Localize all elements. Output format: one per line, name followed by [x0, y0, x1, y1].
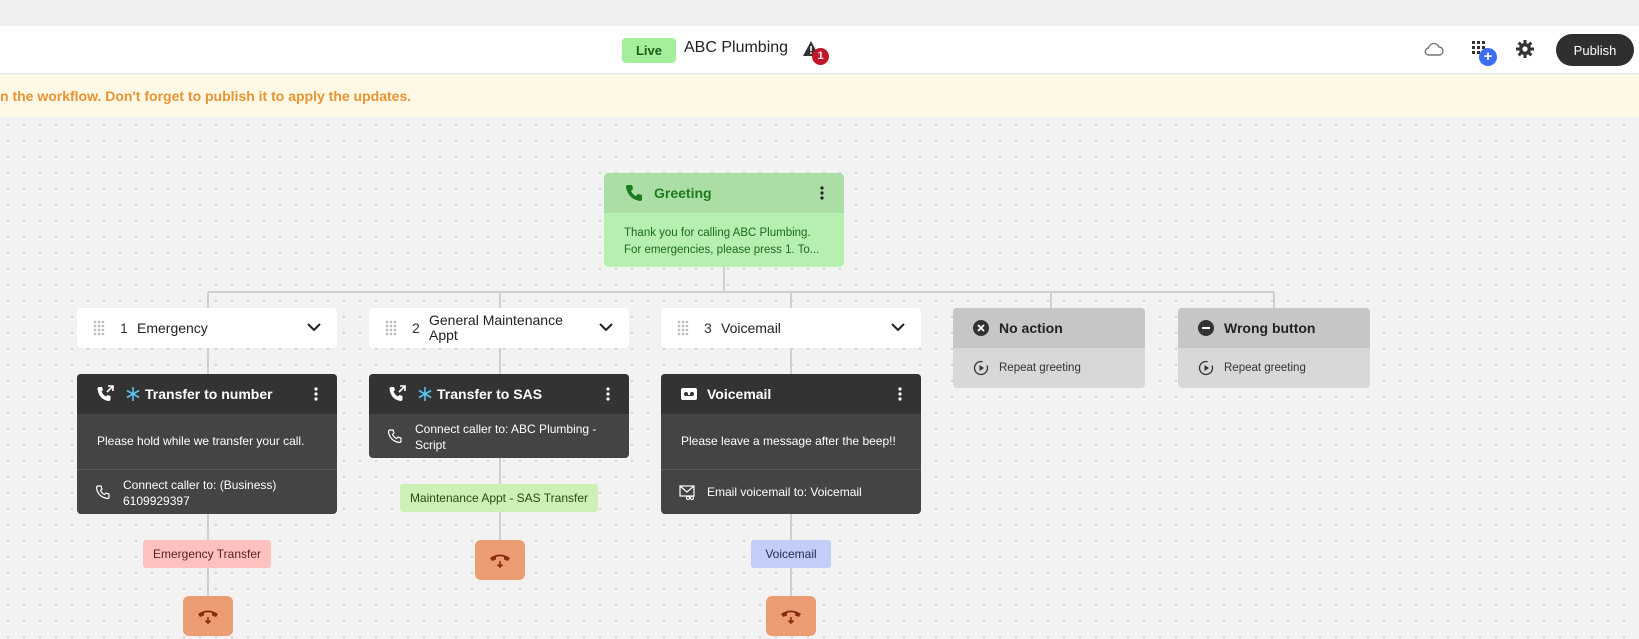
- hang-up-icon: [198, 610, 218, 625]
- chevron-down-icon[interactable]: [307, 322, 321, 332]
- drag-handle-icon[interactable]: [385, 320, 397, 336]
- phone-icon: [626, 185, 642, 201]
- tag-voicemail[interactable]: Voicemail: [751, 540, 831, 568]
- option-label: Emergency: [137, 320, 208, 336]
- no-action-title: No action: [999, 320, 1063, 336]
- greeting-menu-icon[interactable]: [819, 185, 825, 201]
- action-message-text: Please hold while we transfer your call.: [97, 434, 305, 448]
- tag-emergency-transfer[interactable]: Emergency Transfer: [143, 540, 271, 568]
- hangup-node[interactable]: [183, 596, 233, 636]
- wrong-button-body: Repeat greeting: [1178, 348, 1370, 388]
- chevron-down-icon[interactable]: [599, 322, 613, 332]
- tag-maintenance-appt-sas[interactable]: Maintenance Appt - SAS Transfer: [400, 484, 598, 512]
- transfer-to-sas-node[interactable]: Transfer to SAS Connect caller to: ABC P…: [369, 374, 629, 458]
- action-connect: Connect caller to: (Business) 6109929397: [77, 470, 337, 514]
- action-connect: Connect caller to: ABC Plumbing - Script: [369, 414, 629, 458]
- action-menu-icon[interactable]: [605, 386, 611, 402]
- option-voicemail[interactable]: 3 Voicemail: [661, 308, 921, 348]
- phone-connect-icon: [387, 429, 402, 444]
- repeat-play-icon: [1198, 360, 1214, 376]
- action-message: Please leave a message after the beep!!: [661, 414, 921, 470]
- hang-up-icon: [490, 554, 510, 569]
- transfer-to-number-header: Transfer to number: [77, 374, 337, 414]
- close-circle-icon: [973, 320, 989, 336]
- hangup-node[interactable]: [475, 540, 525, 580]
- action-title: Transfer to number: [145, 386, 273, 402]
- option-number: 3: [704, 320, 712, 336]
- drag-handle-icon[interactable]: [677, 320, 689, 336]
- connect-line-1: Email voicemail to: Voicemail: [707, 485, 862, 499]
- greeting-header: Greeting: [604, 173, 844, 213]
- no-action-body: Repeat greeting: [953, 348, 1145, 388]
- option-label: Voicemail: [721, 320, 781, 336]
- phone-connect-icon: [95, 485, 110, 500]
- email-voicemail-icon: [679, 485, 695, 500]
- option-general-maintenance[interactable]: 2 General Maintenance Appt: [369, 308, 629, 348]
- transfer-to-sas-header: Transfer to SAS: [369, 374, 629, 414]
- minus-circle-icon: [1198, 320, 1214, 336]
- greeting-title: Greeting: [654, 185, 712, 201]
- action-message: Please hold while we transfer your call.: [77, 414, 337, 470]
- action-message-text: Please leave a message after the beep!!: [681, 434, 896, 448]
- option-emergency[interactable]: 1 Emergency: [77, 308, 337, 348]
- connect-line-2: 6109929397: [123, 494, 190, 508]
- wrong-button-header: Wrong button: [1178, 308, 1370, 348]
- wrong-button-title: Wrong button: [1224, 320, 1316, 336]
- action-connect: Email voicemail to: Voicemail: [661, 470, 921, 514]
- snowflake-icon: [126, 387, 140, 401]
- phone-transfer-icon: [389, 385, 406, 401]
- action-menu-icon[interactable]: [313, 386, 319, 402]
- hangup-node[interactable]: [766, 596, 816, 636]
- greeting-text-line-2: For emergencies, please press 1. To...: [624, 244, 820, 256]
- wrong-button-detail: Repeat greeting: [1224, 362, 1306, 374]
- no-action-detail: Repeat greeting: [999, 362, 1081, 374]
- option-label: General Maintenance Appt: [429, 312, 563, 343]
- action-title: Transfer to SAS: [437, 386, 543, 402]
- no-action-header: No action: [953, 308, 1145, 348]
- chevron-down-icon[interactable]: [891, 322, 905, 332]
- option-number: 2: [412, 320, 420, 336]
- wrong-button-node[interactable]: Wrong button Repeat greeting: [1178, 308, 1370, 388]
- snowflake-icon: [418, 387, 432, 401]
- greeting-body: Thank you for calling ABC Plumbing. For …: [604, 213, 844, 267]
- action-menu-icon[interactable]: [897, 386, 903, 402]
- hang-up-icon: [781, 610, 801, 625]
- voicemail-icon: [681, 388, 697, 400]
- drag-handle-icon[interactable]: [93, 320, 105, 336]
- phone-transfer-icon: [97, 385, 114, 401]
- connect-line-1: Connect caller to: (Business): [123, 478, 277, 492]
- action-title: Voicemail: [707, 386, 772, 402]
- option-number: 1: [120, 320, 128, 336]
- greeting-node[interactable]: Greeting Thank you for calling ABC Plumb…: [604, 173, 844, 267]
- connect-text: Connect caller to: (Business) 6109929397: [123, 477, 323, 509]
- connect-text: Connect caller to: ABC Plumbing - Script: [415, 421, 615, 453]
- greeting-text-line-1: Thank you for calling ABC Plumbing.: [624, 227, 811, 239]
- voicemail-header: Voicemail: [661, 374, 921, 414]
- voicemail-node[interactable]: Voicemail Please leave a message after t…: [661, 374, 921, 514]
- connect-line-2: Script: [415, 438, 446, 452]
- repeat-play-icon: [973, 360, 989, 376]
- transfer-to-number-node[interactable]: Transfer to number Please hold while we …: [77, 374, 337, 514]
- no-action-node[interactable]: No action Repeat greeting: [953, 308, 1145, 388]
- connect-line-1: Connect caller to: ABC Plumbing -: [415, 422, 597, 436]
